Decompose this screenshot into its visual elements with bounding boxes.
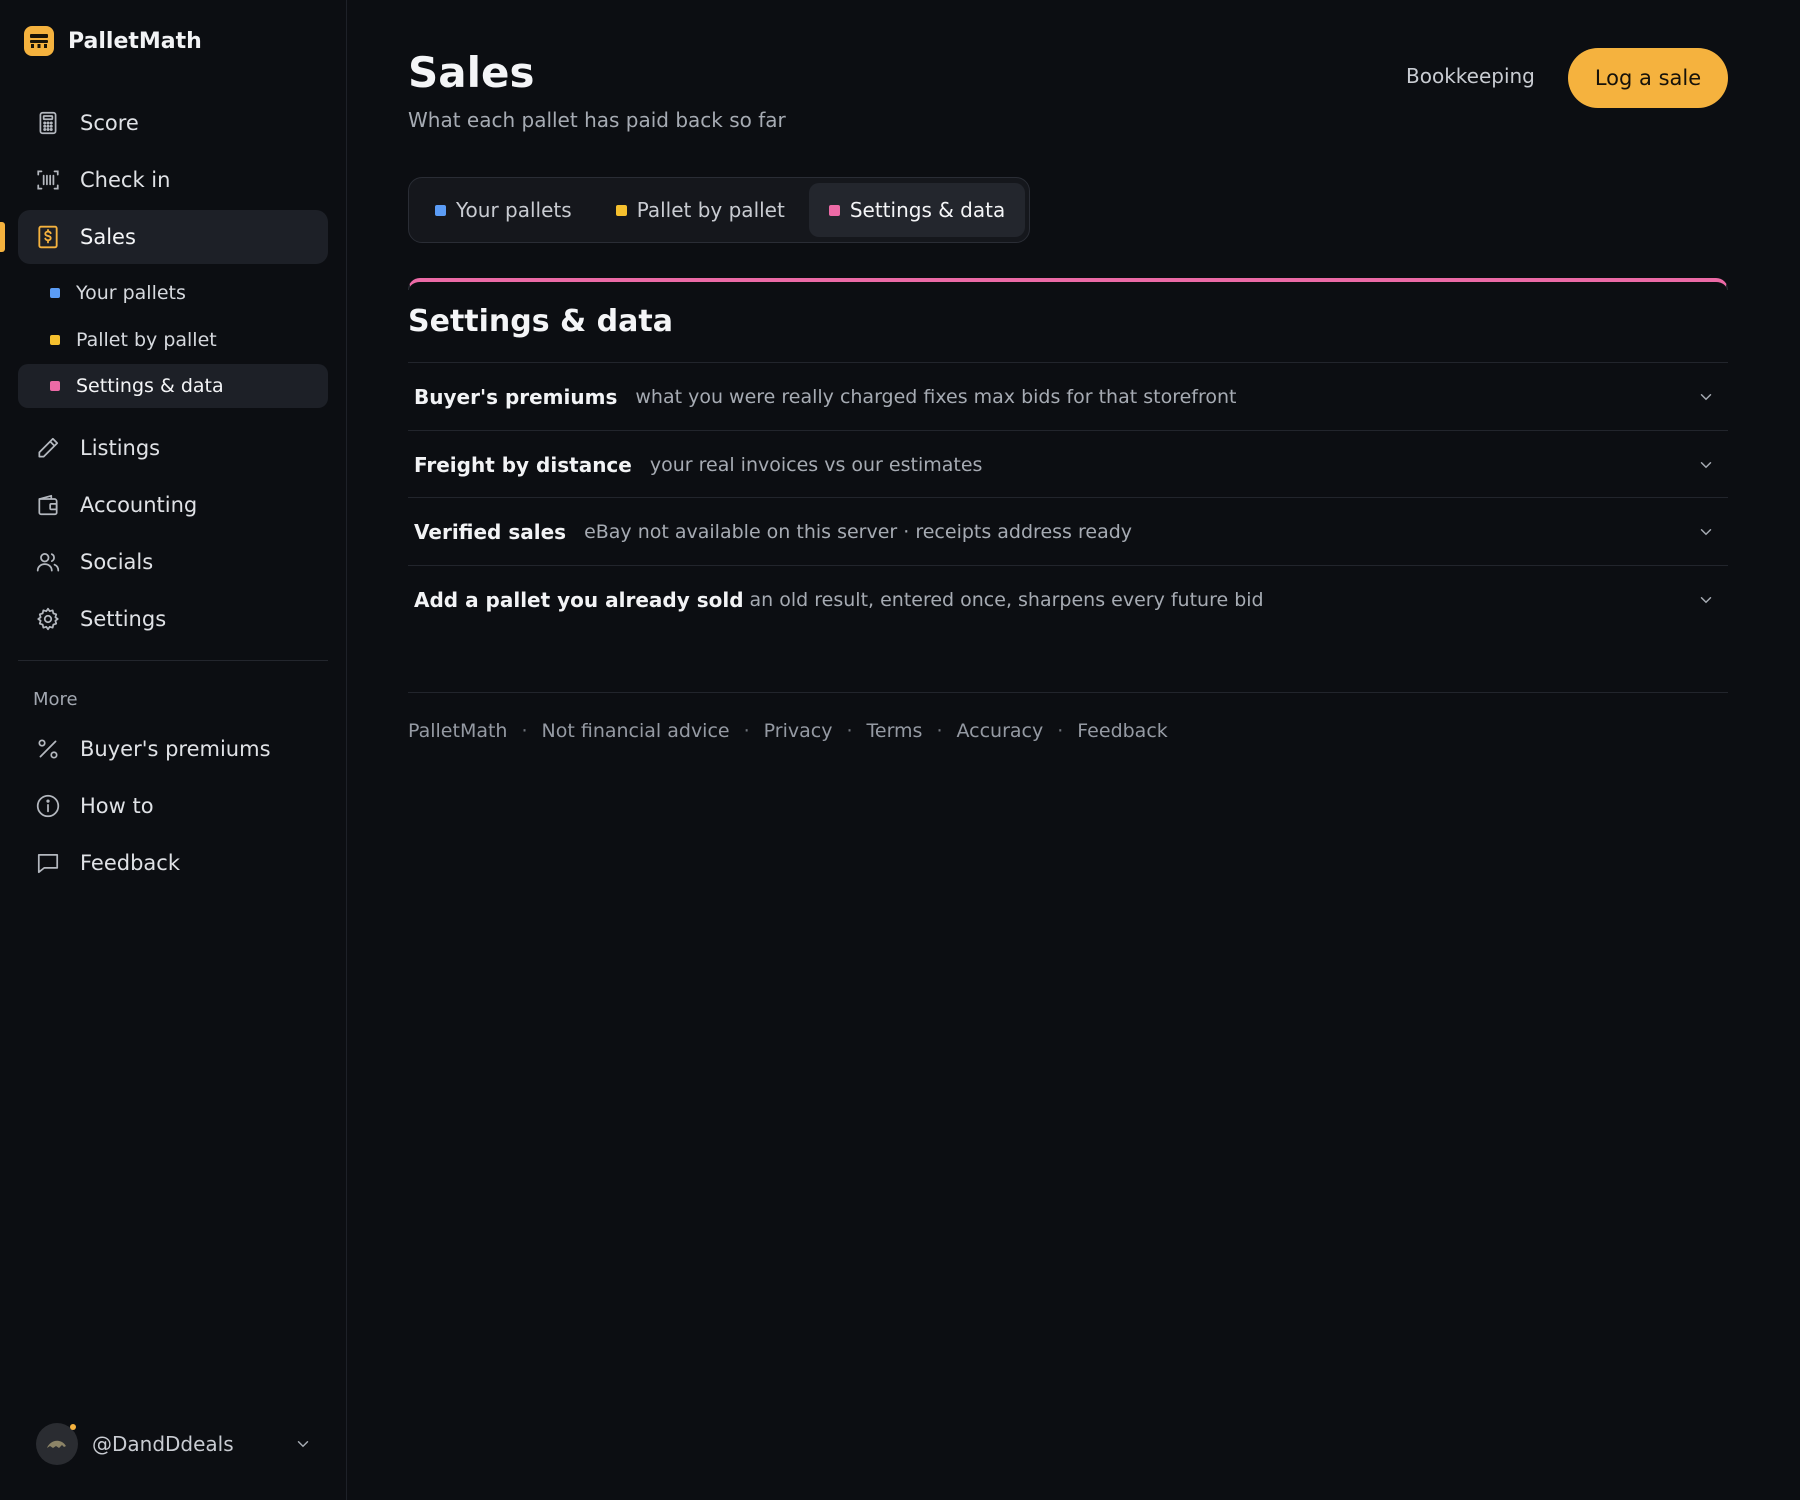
sidebar-item-label: How to (80, 794, 154, 818)
brand-name: PalletMath (68, 28, 202, 54)
footer-separator: · (1057, 720, 1064, 742)
sidebar-item-label: Check in (80, 168, 171, 192)
tab-pallet-by-pallet[interactable]: Pallet by pallet (596, 183, 805, 237)
sidebar-item-label: Settings (80, 607, 167, 631)
user-handle: @DandDdeals (92, 1432, 234, 1456)
users-icon (34, 548, 62, 576)
sidebar-item-label: Feedback (80, 851, 181, 875)
sidebar-item-label: Score (80, 111, 139, 135)
sidebar-subitem-label: Settings & data (76, 375, 224, 397)
percent-icon (34, 735, 62, 763)
sidebar-subitem-settings-data[interactable]: Settings & data (18, 364, 328, 408)
accordion-verified-sales[interactable]: Verified sales eBay not available on thi… (408, 497, 1728, 565)
tab-your-pallets[interactable]: Your pallets (415, 183, 592, 237)
sidebar-item-label: Buyer's premiums (80, 737, 271, 761)
pallet-logo-icon (24, 26, 54, 56)
avatar-status-dot (70, 1424, 76, 1430)
sidebar-subitem-pallet-by-pallet[interactable]: Pallet by pallet (18, 318, 328, 362)
accordion-description: eBay not available on this server · rece… (584, 520, 1133, 543)
tab-settings-data[interactable]: Settings & data (808, 183, 1026, 237)
tab-label: Pallet by pallet (636, 198, 785, 222)
pencil-icon (34, 434, 62, 462)
accordion-add-sold-pallet[interactable]: Add a pallet you already sold an old res… (408, 565, 1728, 633)
sidebar-subitem-label: Your pallets (76, 282, 186, 304)
barcode-scan-icon (34, 166, 62, 194)
sidebar-subitem-your-pallets[interactable]: Your pallets (18, 271, 328, 315)
avatar (36, 1423, 78, 1465)
sidebar-item-label: Accounting (80, 493, 198, 517)
panel-title: Settings & data (408, 304, 673, 339)
tab-label: Settings & data (849, 198, 1006, 222)
brand[interactable]: PalletMath (24, 26, 202, 56)
footer-accuracy-link[interactable]: Accuracy (957, 720, 1044, 742)
accordion-buyers-premiums[interactable]: Buyer's premiums what you were really ch… (408, 362, 1728, 430)
sidebar-item-label: Sales (80, 225, 136, 249)
sidebar-item-how-to[interactable]: How to (18, 779, 328, 833)
sidebar-item-feedback[interactable]: Feedback (18, 836, 328, 890)
sidebar-item-label: Socials (80, 550, 154, 574)
sidebar-item-sales[interactable]: Sales (18, 210, 328, 264)
chevron-down-icon (1694, 453, 1718, 477)
footer-feedback-link[interactable]: Feedback (1077, 720, 1167, 742)
sidebar-item-check-in[interactable]: Check in (18, 153, 328, 207)
avatar-image-icon (47, 1440, 66, 1448)
active-indicator (0, 222, 5, 252)
sidebar-item-settings[interactable]: Settings (18, 592, 328, 646)
sidebar-item-buyers-premiums[interactable]: Buyer's premiums (18, 722, 328, 776)
footer-divider (408, 692, 1728, 693)
pink-dot-icon (828, 204, 840, 216)
panel-accent-border (408, 278, 1728, 290)
more-section-label: More (33, 689, 78, 710)
footer-terms-link[interactable]: Terms (867, 720, 923, 742)
blue-dot-icon (435, 204, 446, 216)
footer-separator: · (936, 720, 943, 742)
chat-bubble-icon (34, 849, 62, 877)
tab-label: Your pallets (456, 198, 572, 222)
bookkeeping-link[interactable]: Bookkeeping (1406, 64, 1535, 88)
sidebar-item-socials[interactable]: Socials (18, 535, 328, 589)
yellow-dot-icon (615, 204, 627, 216)
sidebar-subitem-label: Pallet by pallet (76, 329, 217, 351)
accordion-description: an old result, entered once, sharpens ev… (749, 588, 1264, 611)
footer: PalletMath · Not financial advice · Priv… (408, 720, 1168, 742)
footer-not-financial-advice-link[interactable]: Not financial advice (542, 720, 730, 742)
gear-icon (34, 605, 62, 633)
chevron-down-icon (294, 1435, 312, 1453)
page-title: Sales (408, 48, 535, 97)
chevron-down-icon (1694, 385, 1718, 409)
dollar-receipt-icon (34, 223, 62, 251)
accordion-freight-by-distance[interactable]: Freight by distance your real invoices v… (408, 430, 1728, 498)
wallet-icon (34, 491, 62, 519)
accordion-title: Verified sales (414, 519, 567, 544)
sidebar: PalletMath Score Check in Sales Your pal… (0, 0, 347, 1500)
calculator-icon (34, 109, 62, 137)
footer-separator: · (521, 720, 528, 742)
tab-bar: Your pallets Pallet by pallet Settings &… (408, 177, 1030, 243)
chevron-down-icon (1694, 588, 1718, 612)
page-subtitle: What each pallet has paid back so far (408, 108, 786, 132)
sidebar-item-label: Listings (80, 436, 161, 460)
sidebar-item-listings[interactable]: Listings (18, 421, 328, 475)
sidebar-divider (18, 660, 328, 661)
accordion-description: what you were really charged fixes max b… (635, 385, 1237, 408)
accordion-title: Freight by distance (414, 452, 632, 477)
yellow-dot-icon (50, 335, 60, 345)
pink-dot-icon (50, 381, 60, 391)
log-sale-button[interactable]: Log a sale (1568, 48, 1728, 108)
accordion-description: your real invoices vs our estimates (649, 453, 983, 476)
accordion-title: Add a pallet you already sold (414, 587, 744, 612)
footer-separator: · (846, 720, 853, 742)
footer-brand-link[interactable]: PalletMath (408, 720, 507, 742)
sidebar-item-score[interactable]: Score (18, 96, 328, 150)
accordion-title: Buyer's premiums (414, 384, 618, 409)
chevron-down-icon (1694, 520, 1718, 544)
footer-separator: · (743, 720, 750, 742)
user-menu[interactable]: @DandDdeals (36, 1422, 312, 1466)
info-icon (34, 792, 62, 820)
sidebar-item-accounting[interactable]: Accounting (18, 478, 328, 532)
blue-dot-icon (50, 288, 60, 298)
footer-privacy-link[interactable]: Privacy (764, 720, 833, 742)
